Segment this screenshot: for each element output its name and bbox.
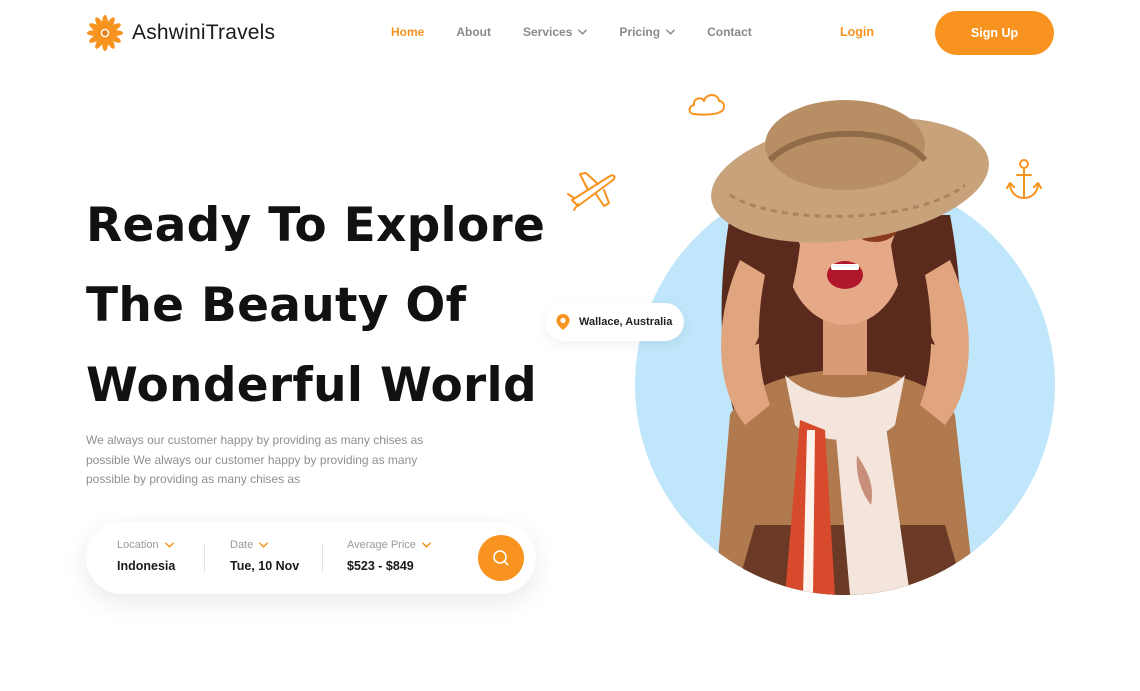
- hero-traveler-image: [711, 100, 989, 595]
- nav-item-label: Home: [391, 25, 425, 39]
- hero-title: Ready To Explore The Beauty Of Wonderful…: [86, 186, 566, 426]
- location-label: Location: [117, 539, 159, 551]
- hero-description: We always our customer happy by providin…: [86, 433, 424, 486]
- nav-item-about[interactable]: About: [456, 25, 491, 39]
- anchor-icon: [1006, 159, 1042, 199]
- nav-item-contact[interactable]: Contact: [707, 25, 752, 39]
- price-label: Average Price: [347, 539, 416, 551]
- divider: [204, 544, 205, 572]
- sun-flower-icon: [86, 14, 124, 52]
- hero-title-line: The Beauty Of: [86, 278, 467, 333]
- date-value: Tue, 10 Nov: [230, 559, 300, 573]
- date-label: Date: [230, 539, 254, 551]
- location-value: Indonesia: [117, 559, 176, 573]
- chevron-down-icon: [259, 542, 269, 548]
- airplane-icon: [567, 172, 616, 211]
- nav-item-pricing[interactable]: Pricing: [619, 25, 675, 39]
- nav-item-home[interactable]: Home: [391, 25, 424, 39]
- map-pin-icon: [556, 314, 570, 330]
- search-button[interactable]: [478, 535, 524, 581]
- hero-title-line: Wonderful World: [86, 358, 537, 413]
- chevron-down-icon: [164, 542, 174, 548]
- nav-item-label: Services: [523, 25, 573, 39]
- nav-item-label: Pricing: [619, 25, 661, 39]
- location-field[interactable]: Location Indonesia: [117, 539, 175, 573]
- search-card: Location Indonesia Date Tue, 10 Nov Aver…: [86, 522, 536, 594]
- chevron-down-icon: [578, 29, 588, 35]
- nav-item-label: About: [456, 25, 491, 39]
- login-link[interactable]: Login: [840, 25, 874, 39]
- date-field[interactable]: Date Tue, 10 Nov: [230, 539, 299, 573]
- hero-title-line: Ready To Explore: [86, 198, 546, 253]
- chevron-down-icon: [422, 542, 431, 548]
- price-value: $523 - $849: [347, 559, 414, 573]
- sign-up-button[interactable]: Sign Up: [935, 11, 1054, 55]
- nav-item-services[interactable]: Services: [523, 25, 588, 39]
- main-nav: Home About Services Pricing Contact: [391, 25, 752, 39]
- chevron-down-icon: [666, 29, 675, 35]
- search-icon: [493, 550, 509, 566]
- location-chip-text: Wallace, Australia: [579, 316, 673, 328]
- brand[interactable]: AshwiniTravels: [86, 14, 275, 52]
- brand-name: AshwiniTravels: [132, 21, 276, 44]
- location-chip: Wallace, Australia: [545, 303, 685, 341]
- cloud-icon: [688, 94, 725, 116]
- nav-item-label: Contact: [707, 25, 752, 39]
- price-field[interactable]: Average Price $523 - $849: [347, 539, 431, 573]
- divider: [322, 544, 323, 572]
